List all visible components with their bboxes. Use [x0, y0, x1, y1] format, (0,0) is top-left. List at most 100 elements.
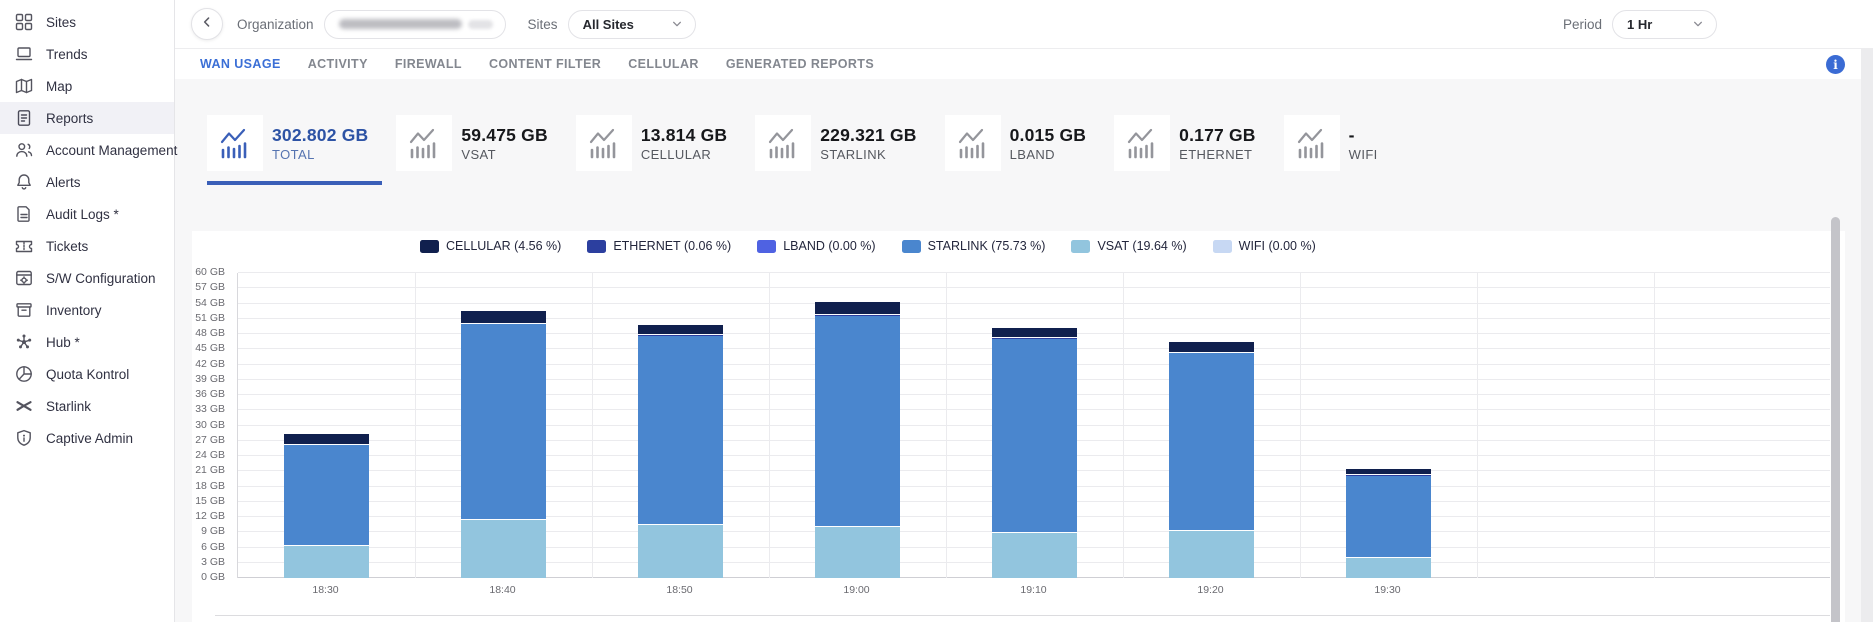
quota-kontrol-icon	[15, 365, 33, 383]
sidebar-item-tickets[interactable]: Tickets	[0, 230, 174, 262]
legend-label: ETHERNET (0.06 %)	[613, 239, 731, 253]
grid-line	[1300, 273, 1301, 578]
stat-card-wifi[interactable]: -WIFI	[1284, 115, 1392, 185]
legend-swatch	[587, 240, 606, 253]
grid-line	[238, 287, 1830, 288]
y-tick-label: 39 GB	[185, 373, 225, 385]
bar-segment-starlink	[815, 315, 900, 526]
back-button[interactable]	[191, 8, 223, 40]
bar-segment-starlink	[1169, 353, 1254, 531]
grid-line	[769, 273, 770, 578]
sidebar-item-s-w-configuration[interactable]: S/W Configuration	[0, 262, 174, 294]
stat-card-vsat[interactable]: 59.475 GBVSAT	[396, 115, 561, 185]
x-tick-label: 19:30	[1353, 584, 1423, 596]
vertical-scrollbar-thumb[interactable]	[1831, 217, 1840, 622]
period-select[interactable]: 1 Hr	[1612, 10, 1717, 39]
stat-card-ethernet[interactable]: 0.177 GBETHERNET	[1114, 115, 1270, 185]
sidebar-item-alerts[interactable]: Alerts	[0, 166, 174, 198]
sidebar-item-sites[interactable]: Sites	[0, 6, 174, 38]
stat-card-active-underline	[945, 181, 1101, 185]
grid-line	[238, 272, 1830, 273]
bar-segment-cellular	[992, 328, 1077, 339]
chart-legend: CELLULAR (4.56 %) ETHERNET (0.06 %) LBAND …	[420, 239, 1316, 253]
sidebar-item-account-management[interactable]: Account Management	[0, 134, 174, 166]
y-tick-label: 27 GB	[185, 434, 225, 446]
tab-wan-usage[interactable]: WAN USAGE	[200, 57, 281, 71]
wan-usage-chart-card: CELLULAR (4.56 %) ETHERNET (0.06 %) LBAND …	[192, 231, 1845, 622]
tab-content-filter[interactable]: CONTENT FILTER	[489, 57, 601, 71]
chevron-down-icon	[1692, 18, 1704, 30]
stat-card-active-underline	[1114, 181, 1270, 185]
sidebar-item-label: Hub *	[46, 335, 80, 350]
sidebar-item-map[interactable]: Map	[0, 70, 174, 102]
sites-select[interactable]: All Sites	[568, 10, 696, 39]
chart-icon	[407, 126, 441, 160]
info-icon[interactable]: i	[1826, 55, 1845, 74]
chart-icon	[1125, 126, 1159, 160]
bar-segment-cellular	[461, 311, 546, 324]
stat-card-tile	[755, 115, 811, 171]
stat-card-text: 0.177 GBETHERNET	[1179, 125, 1270, 162]
bar-segment-vsat	[461, 520, 546, 578]
y-tick-label: 60 GB	[185, 266, 225, 278]
stat-card-tile	[576, 115, 632, 171]
stat-card-tile	[945, 115, 1001, 171]
tab-generated-reports[interactable]: GENERATED REPORTS	[726, 57, 874, 71]
sidebar-item-label: Account Management	[46, 143, 177, 158]
legend-item-lband[interactable]: LBAND (0.00 %)	[757, 239, 875, 253]
sidebar-item-hub[interactable]: Hub *	[0, 326, 174, 358]
stat-card-cellular[interactable]: 13.814 GBCELLULAR	[576, 115, 741, 185]
chevron-down-icon	[671, 18, 683, 30]
legend-item-wifi[interactable]: WIFI (0.00 %)	[1213, 239, 1316, 253]
sidebar-item-reports[interactable]: Reports	[0, 102, 174, 134]
bar-segment-starlink	[992, 339, 1077, 534]
sidebar-item-label: Reports	[46, 111, 93, 126]
legend-item-cellular[interactable]: CELLULAR (4.56 %)	[420, 239, 561, 253]
sidebar-item-captive-admin[interactable]: Captive Admin	[0, 422, 174, 454]
report-tabs: WAN USAGE ACTIVITY FIREWALL CONTENT FILTER C…	[175, 48, 1873, 79]
y-tick-label: 6 GB	[185, 541, 225, 553]
legend-item-starlink[interactable]: STARLINK (75.73 %)	[902, 239, 1046, 253]
sidebar-item-starlink[interactable]: Starlink	[0, 390, 174, 422]
grid-line	[946, 273, 947, 578]
stat-card-active-underline	[1284, 181, 1392, 185]
stat-card-active-underline	[207, 181, 382, 185]
stat-card-total[interactable]: 302.802 GBTOTAL	[207, 115, 382, 185]
sidebar-item-inventory[interactable]: Inventory	[0, 294, 174, 326]
x-tick-label: 18:30	[291, 584, 361, 596]
stat-card-starlink[interactable]: 229.321 GBSTARLINK	[755, 115, 930, 185]
bar-segment-starlink	[461, 324, 546, 520]
tab-firewall[interactable]: FIREWALL	[395, 57, 462, 71]
sidebar-item-audit-logs[interactable]: Audit Logs *	[0, 198, 174, 230]
tab-cellular[interactable]: CELLULAR	[628, 57, 699, 71]
stat-card-main: -WIFI	[1284, 115, 1392, 171]
stat-card-label: STARLINK	[820, 147, 916, 162]
sidebar-item-label: Audit Logs *	[46, 207, 119, 222]
y-tick-label: 21 GB	[185, 464, 225, 476]
tab-activity[interactable]: ACTIVITY	[308, 57, 368, 71]
sidebar-item-label: Captive Admin	[46, 431, 133, 446]
sidebar-item-trends[interactable]: Trends	[0, 38, 174, 70]
legend-item-ethernet[interactable]: ETHERNET (0.06 %)	[587, 239, 731, 253]
legend-item-vsat[interactable]: VSAT (19.64 %)	[1071, 239, 1186, 253]
stat-card-value: 0.015 GB	[1010, 125, 1087, 146]
y-tick-label: 18 GB	[185, 480, 225, 492]
bar-segment-vsat	[638, 525, 723, 578]
y-tick-label: 42 GB	[185, 358, 225, 370]
page-scrollbar-track[interactable]	[1861, 48, 1873, 622]
sidebar-item-label: Quota Kontrol	[46, 367, 129, 382]
sidebar-item-quota-kontrol[interactable]: Quota Kontrol	[0, 358, 174, 390]
stat-card-tile	[1284, 115, 1340, 171]
sidebar-nav: SitesTrendsMap Reports Account Management A…	[0, 0, 175, 622]
stat-card-value: 13.814 GB	[641, 125, 727, 146]
bar-segment-starlink	[1346, 475, 1431, 557]
audit-logs-icon	[15, 205, 33, 223]
stat-card-main: 0.015 GBLBAND	[945, 115, 1101, 171]
hub-icon	[15, 333, 33, 351]
organization-select[interactable]	[324, 10, 506, 39]
grid-line	[592, 273, 593, 578]
stat-card-lband[interactable]: 0.015 GBLBAND	[945, 115, 1101, 185]
stat-card-row: 302.802 GBTOTAL59.475 GBVSAT13.814 GBCEL…	[207, 115, 1392, 185]
chevron-left-icon	[200, 15, 214, 34]
stat-card-label: LBAND	[1010, 147, 1087, 162]
